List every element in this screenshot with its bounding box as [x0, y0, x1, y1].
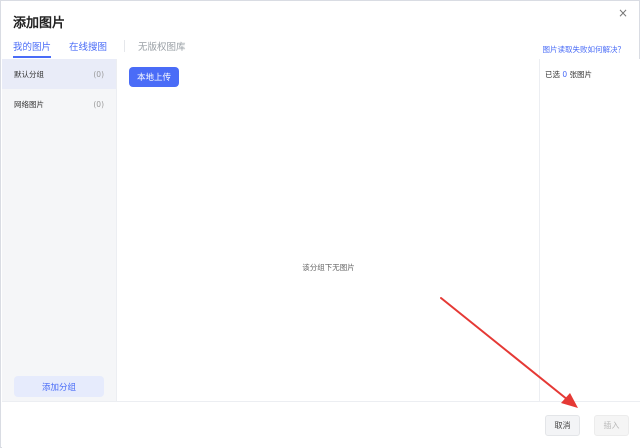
- group-count: (0): [93, 69, 104, 79]
- insert-button[interactable]: 插入: [594, 415, 629, 436]
- local-upload-button[interactable]: 本地上传: [129, 67, 179, 87]
- group-sidebar: 默认分组 (0) 网络图片 (0) 添加分组: [2, 59, 117, 401]
- tab-divider: [124, 40, 126, 52]
- add-group-button[interactable]: 添加分组: [14, 376, 104, 397]
- add-image-dialog: 添加图片 × 我的图片 在线搜图 无版权图库 图片读取失败如何解决？ 默认分组 …: [0, 0, 640, 448]
- cancel-button[interactable]: 取消: [545, 415, 580, 436]
- sidebar-item-web-images[interactable]: 网络图片 (0): [2, 89, 116, 119]
- image-load-help-link[interactable]: 图片读取失败如何解决？: [543, 44, 626, 55]
- image-grid-area: 本地上传 该分组下无图片: [118, 59, 539, 401]
- source-tabs: 我的图片 在线搜图 无版权图库: [13, 39, 186, 59]
- tab-online-search[interactable]: 在线搜图: [69, 39, 107, 53]
- group-label: 网络图片: [14, 99, 44, 109]
- selected-prefix: 已选: [545, 70, 560, 79]
- selection-panel: 已选 0 张图片: [539, 59, 640, 401]
- dialog-footer: 取消 插入: [2, 401, 640, 448]
- tab-my-images[interactable]: 我的图片: [13, 39, 52, 58]
- selected-count: 0: [562, 70, 568, 79]
- group-count: (0): [93, 99, 104, 109]
- empty-state-text: 该分组下无图片: [302, 263, 355, 272]
- tab-free-library[interactable]: 无版权图库: [138, 39, 186, 53]
- selected-suffix: 张图片: [569, 70, 593, 79]
- selected-count-text: 已选 0 张图片: [545, 69, 592, 80]
- sidebar-item-default-group[interactable]: 默认分组 (0): [2, 59, 116, 89]
- close-icon[interactable]: ×: [616, 6, 630, 20]
- dialog-title: 添加图片: [13, 16, 66, 31]
- group-label: 默认分组: [14, 69, 44, 79]
